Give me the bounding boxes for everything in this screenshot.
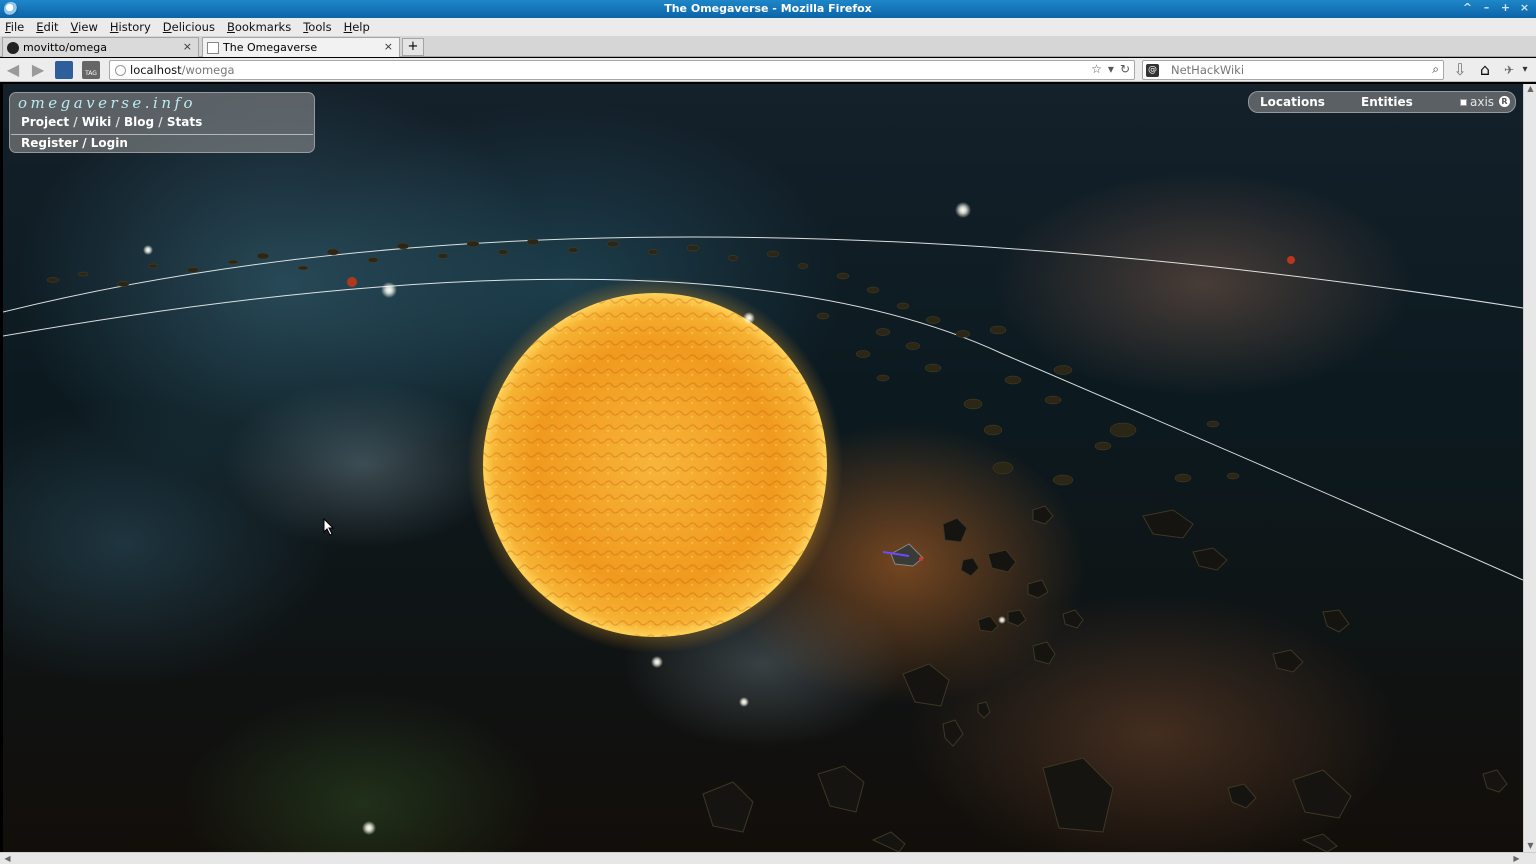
site-menu-panel: omegaverse.info Project / Wiki / Blog / … (9, 92, 315, 153)
asteroid-foreground (702, 505, 1508, 852)
scroll-right-arrow-icon[interactable]: ▶ (1511, 853, 1522, 864)
scroll-up-arrow-icon[interactable]: ▲ (1525, 84, 1536, 95)
new-tab-button[interactable]: + (402, 38, 424, 56)
menu-tools[interactable]: Tools (303, 20, 331, 34)
star (998, 616, 1006, 624)
downloads-icon[interactable]: ⇩ (1451, 61, 1469, 79)
star (143, 245, 153, 255)
scroll-left-arrow-icon[interactable]: ◀ (2, 853, 13, 864)
window-title: The Omegaverse - Mozilla Firefox (664, 2, 872, 15)
register-link[interactable]: Register (21, 136, 78, 150)
omegaverse-canvas[interactable]: omegaverse.info Project / Wiki / Blog / … (3, 84, 1523, 852)
site-links: Project / Wiki / Blog / Stats (21, 115, 202, 129)
menu-file[interactable]: File (5, 20, 24, 34)
scene-graphics (3, 202, 1523, 852)
spaceship[interactable] (882, 543, 924, 567)
mouse-cursor-icon (323, 518, 335, 536)
tab-movitto-omega[interactable]: movitto/omega × (2, 37, 199, 57)
reload-icon[interactable]: ↻ (1120, 62, 1130, 76)
link-separator: / (78, 136, 91, 150)
window-close-button[interactable]: × (1519, 2, 1530, 14)
login-link[interactable]: Login (91, 136, 128, 150)
github-icon (7, 41, 19, 54)
url-path: /womega (181, 63, 235, 77)
tab-label: The Omegaverse (223, 41, 318, 54)
entities-button[interactable]: Entities (1361, 95, 1413, 109)
delicious-tag-icon[interactable]: TAG (82, 61, 100, 79)
scroll-down-arrow-icon[interactable]: ▼ (1525, 841, 1536, 852)
locations-button[interactable]: Locations (1260, 95, 1325, 109)
sun-surface (483, 293, 827, 637)
back-arrow-icon[interactable]: ◀ (4, 61, 22, 79)
menu-dropdown-icon[interactable]: ▾ (1519, 61, 1531, 79)
nethackwiki-icon[interactable]: @ (1146, 64, 1159, 77)
navigation-bar: ◀ ▶ TAG localhost/womega ☆ ▾ ↻ @ ⌕ ⇩ ⌂ ✈… (0, 58, 1536, 82)
menu-bar: File Edit View History Delicious Bookmar… (0, 18, 1536, 36)
bookmarks-sidebar-icon[interactable] (55, 61, 73, 79)
star (362, 821, 376, 835)
addon-icon[interactable]: ✈ (1500, 61, 1518, 79)
window-minimize-button[interactable]: – (1481, 2, 1492, 14)
menu-view[interactable]: View (71, 20, 98, 34)
link-separator: / (111, 115, 125, 129)
axis-checkbox[interactable] (1460, 98, 1467, 106)
blog-link[interactable]: Blog (124, 115, 154, 129)
window-controls: ^ – + × (1462, 2, 1530, 14)
axis-toggle[interactable]: axis (1460, 95, 1494, 109)
menu-edit[interactable]: Edit (36, 20, 58, 34)
vertical-scrollbar[interactable]: ▲ ▼ (1523, 84, 1536, 852)
window-titlebar: The Omegaverse - Mozilla Firefox ^ – + × (0, 0, 1536, 18)
search-bar[interactable]: @ ⌕ (1142, 60, 1444, 80)
star (739, 697, 749, 707)
tab-strip: movitto/omega × The Omegaverse × + (0, 36, 1536, 57)
url-bar[interactable]: localhost/womega ☆ ▾ ↻ (109, 60, 1135, 80)
link-separator: / (69, 115, 82, 129)
project-link[interactable]: Project (21, 115, 69, 129)
planet-red[interactable] (1287, 256, 1295, 264)
bookmark-star-icon[interactable]: ☆ (1091, 62, 1102, 76)
planet-red[interactable] (347, 277, 357, 287)
site-identity-icon[interactable] (115, 65, 126, 76)
search-icon[interactable]: ⌕ (1432, 62, 1439, 77)
auth-links: Register / Login (21, 136, 128, 150)
tab-omegaverse[interactable]: The Omegaverse × (202, 37, 400, 57)
outer-orbit-line (3, 236, 1523, 313)
history-dropdown-icon[interactable]: ▾ (1108, 62, 1114, 76)
forward-arrow-icon[interactable]: ▶ (29, 61, 47, 79)
scene-nav-panel: Locations Entities axis R (1248, 91, 1516, 113)
star (743, 312, 755, 324)
star (381, 282, 397, 298)
tab-label: movitto/omega (23, 41, 108, 54)
link-separator: / (154, 115, 167, 129)
stats-link[interactable]: Stats (167, 115, 202, 129)
page-icon (207, 41, 219, 54)
home-icon[interactable]: ⌂ (1476, 61, 1494, 79)
star (955, 202, 971, 218)
tab-close-icon[interactable]: × (183, 40, 192, 53)
search-input[interactable] (1171, 63, 1411, 77)
menu-history[interactable]: History (110, 20, 151, 34)
menu-help[interactable]: Help (344, 20, 370, 34)
panel-divider (11, 134, 313, 135)
star (651, 656, 663, 668)
wiki-link[interactable]: Wiki (82, 115, 111, 129)
axis-label: axis (1470, 95, 1495, 109)
site-title[interactable]: omegaverse.info (18, 94, 196, 112)
tab-close-icon[interactable]: × (384, 40, 393, 53)
url-host: localhost (130, 63, 182, 77)
window-maximize-button[interactable]: + (1500, 2, 1511, 14)
reset-view-icon[interactable]: R (1499, 96, 1510, 107)
menu-bookmarks[interactable]: Bookmarks (227, 20, 291, 34)
horizontal-scrollbar[interactable]: ◀ ▶ (0, 852, 1536, 864)
menu-delicious[interactable]: Delicious (163, 20, 215, 34)
window-shade-button[interactable]: ^ (1462, 2, 1473, 14)
